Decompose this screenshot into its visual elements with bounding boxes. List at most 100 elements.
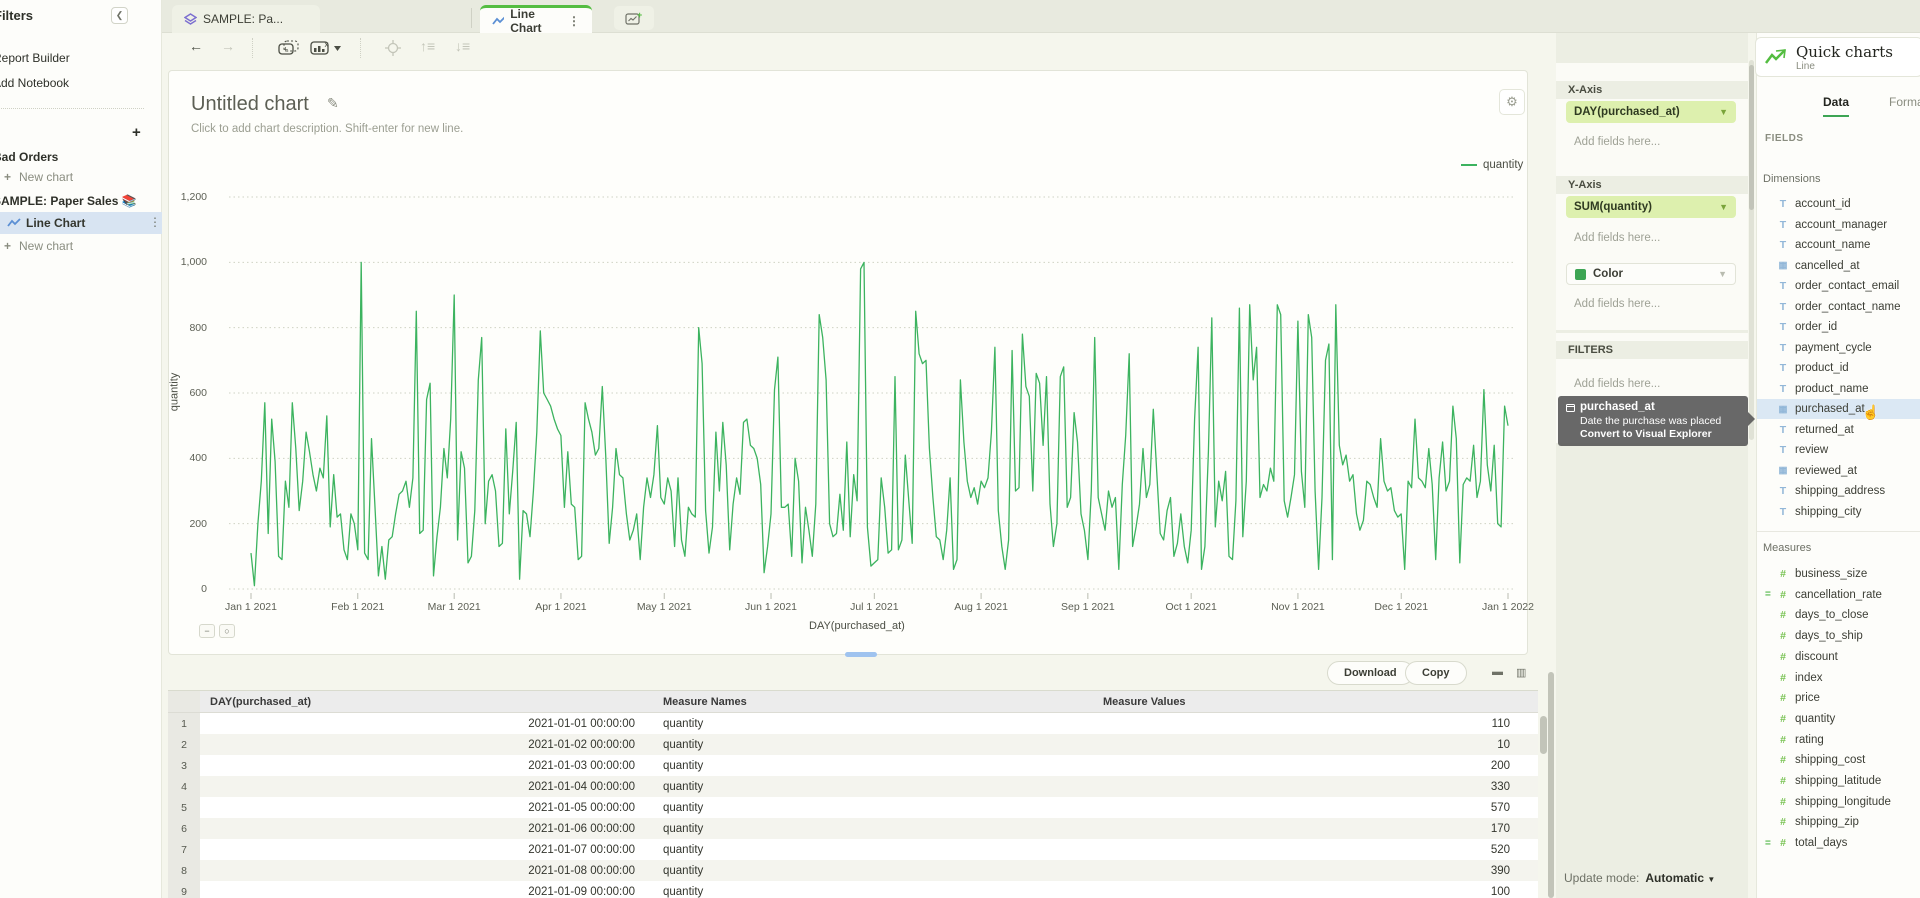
back-button[interactable]: ←	[189, 38, 203, 54]
measure-item-business_size[interactable]: #business_size	[1757, 564, 1920, 584]
dimension-item-reviewed_at[interactable]: ▦reviewed_at	[1757, 461, 1920, 481]
tab-format[interactable]: Format	[1889, 95, 1920, 109]
table-row[interactable]: 7 2021-01-07 00:00:00 quantity 520	[168, 839, 1538, 860]
measure-item-total_days[interactable]: =#total_days	[1757, 833, 1920, 853]
add-cell-handle[interactable]	[845, 652, 877, 657]
main-scrollbar[interactable]	[1548, 672, 1554, 898]
chart-type-button[interactable]: x	[310, 40, 344, 59]
measure-item-quantity[interactable]: #quantity	[1757, 709, 1920, 729]
sidebar-collapse-button[interactable]: ❮	[111, 7, 128, 24]
measure-item-shipping_cost[interactable]: #shipping_cost	[1757, 750, 1920, 770]
expand-table-icon[interactable]: ▥	[1516, 666, 1526, 679]
data-table[interactable]: DAY(purchased_at) Measure Names Measure …	[168, 690, 1538, 898]
dimension-item-purchased_at[interactable]: ▦purchased_at	[1757, 399, 1920, 419]
quick-charts-card[interactable]: Quick chartsLine	[1755, 37, 1920, 77]
zoom-out-button[interactable]: −	[199, 624, 215, 638]
col-header-measure-values[interactable]: Measure Values	[1095, 691, 1520, 712]
sidebar-item-new-chart-1[interactable]: +New chart	[0, 167, 162, 187]
tab-data[interactable]: Data	[1823, 95, 1849, 117]
filters-add-fields[interactable]: Add fields here...	[1574, 378, 1660, 390]
measure-item-price[interactable]: #price	[1757, 688, 1920, 708]
dimension-item-payment_cycle[interactable]: Tpayment_cycle	[1757, 338, 1920, 358]
col-header-day[interactable]: DAY(purchased_at)	[200, 691, 645, 712]
calendar-icon	[1566, 403, 1575, 412]
chart-config-panel: X-Axis DAY(purchased_at)▼ Add fields her…	[1556, 33, 1748, 898]
chevron-down-icon: ▼	[1719, 202, 1728, 212]
dimension-item-cancelled_at[interactable]: ▦cancelled_at	[1757, 256, 1920, 276]
y-axis-pill[interactable]: SUM(quantity)▼	[1566, 196, 1736, 218]
dimension-item-order_id[interactable]: Torder_id	[1757, 317, 1920, 337]
x-tick-label: Jul 1 2021	[850, 601, 898, 613]
new-tab-button[interactable]: +	[614, 6, 654, 30]
measure-item-rating[interactable]: #rating	[1757, 730, 1920, 750]
tab-sample-paper-sales[interactable]: SAMPLE: Pa...	[172, 5, 320, 33]
dimension-item-account_name[interactable]: Taccount_name	[1757, 235, 1920, 255]
sidebar-item-add-notebook[interactable]: Add Notebook	[0, 73, 162, 93]
tab-line-chart[interactable]: Line Chart ⋮	[480, 5, 592, 33]
dimension-item-returned_at[interactable]: Treturned_at	[1757, 420, 1920, 440]
zoom-reset-button[interactable]: ○	[219, 624, 235, 638]
row-number: 2	[168, 734, 200, 755]
copy-button[interactable]: Copy	[1405, 661, 1467, 685]
dimension-item-review[interactable]: Treview	[1757, 440, 1920, 460]
dimension-item-shipping_city[interactable]: Tshipping_city	[1757, 502, 1920, 522]
sidebar-item-report-builder[interactable]: Report Builder	[0, 48, 162, 68]
dimension-item-shipping_address[interactable]: Tshipping_address	[1757, 481, 1920, 501]
move-cell-icon[interactable]	[385, 40, 401, 59]
text-type-icon: T	[1777, 280, 1789, 292]
table-row[interactable]: 6 2021-01-06 00:00:00 quantity 170	[168, 818, 1538, 839]
table-row[interactable]: 1 2021-01-01 00:00:00 quantity 110	[168, 713, 1538, 734]
fields-panel: Quick chartsLine Data Format FIELDS Dime…	[1756, 33, 1920, 898]
table-row[interactable]: 3 2021-01-03 00:00:00 quantity 200	[168, 755, 1538, 776]
dimension-item-account_id[interactable]: Taccount_id	[1757, 194, 1920, 214]
sort-ascending-icon[interactable]: ↑≡	[420, 38, 435, 54]
line-chart-plot[interactable]	[169, 71, 1529, 656]
collapse-table-icon[interactable]: ▬	[1492, 666, 1503, 678]
y-axis-add-fields[interactable]: Add fields here...	[1574, 232, 1660, 244]
dimension-item-account_manager[interactable]: Taccount_manager	[1757, 215, 1920, 235]
panel-scrollbar-thumb[interactable]	[1749, 65, 1754, 210]
x-tick-label: Oct 1 2021	[1165, 601, 1216, 613]
sidebar-item-new-chart-2[interactable]: +New chart	[0, 236, 162, 256]
dimension-item-order_contact_email[interactable]: Torder_contact_email	[1757, 276, 1920, 296]
dimension-item-product_name[interactable]: Tproduct_name	[1757, 379, 1920, 399]
x-axis-add-fields[interactable]: Add fields here...	[1574, 136, 1660, 148]
color-add-fields[interactable]: Add fields here...	[1574, 298, 1660, 310]
sidebar-add-button[interactable]: +	[132, 124, 141, 141]
sidebar-item-bad-orders[interactable]: Bad Orders	[0, 147, 162, 167]
color-field-row[interactable]: Color▼	[1566, 263, 1736, 285]
sidebar-item-line-chart[interactable]: Line Chart	[26, 216, 85, 230]
measure-item-shipping_longitude[interactable]: #shipping_longitude	[1757, 792, 1920, 812]
sort-descending-icon[interactable]: ↓≡	[455, 38, 470, 54]
measure-item-shipping_latitude[interactable]: #shipping_latitude	[1757, 771, 1920, 791]
forward-button[interactable]: →	[221, 38, 235, 54]
measure-item-days_to_close[interactable]: #days_to_close	[1757, 605, 1920, 625]
tab-menu-icon[interactable]: ⋮	[568, 15, 580, 27]
col-header-measure-names[interactable]: Measure Names	[655, 691, 1095, 712]
x-axis-pill[interactable]: DAY(purchased_at)▼	[1566, 101, 1736, 123]
line-chart-menu-icon[interactable]: ⋮	[149, 216, 161, 228]
table-scrollbar[interactable]	[1540, 716, 1547, 754]
measure-item-discount[interactable]: #discount	[1757, 647, 1920, 667]
measure-item-cancellation_rate[interactable]: =#cancellation_rate	[1757, 585, 1920, 605]
duplicate-cell-icon[interactable]: +	[278, 40, 300, 59]
download-button[interactable]: Download	[1327, 661, 1414, 685]
text-type-icon: T	[1777, 506, 1789, 518]
table-row[interactable]: 4 2021-01-04 00:00:00 quantity 330	[168, 776, 1538, 797]
table-row[interactable]: 9 2021-01-09 00:00:00 quantity 100	[168, 881, 1538, 898]
panel-scrollbar-track[interactable]	[1749, 60, 1754, 440]
sidebar-selected-row[interactable]: Line Chart ⋮	[0, 212, 162, 234]
table-row[interactable]: 8 2021-01-08 00:00:00 quantity 390	[168, 860, 1538, 881]
dimension-item-product_id[interactable]: Tproduct_id	[1757, 358, 1920, 378]
update-mode-select[interactable]: Automatic ▼	[1645, 871, 1715, 885]
measure-item-index[interactable]: #index	[1757, 668, 1920, 688]
table-row[interactable]: 5 2021-01-05 00:00:00 quantity 570	[168, 797, 1538, 818]
dimension-item-order_contact_name[interactable]: Torder_contact_name	[1757, 297, 1920, 317]
measure-item-shipping_zip[interactable]: #shipping_zip	[1757, 812, 1920, 832]
table-row[interactable]: 2 2021-01-02 00:00:00 quantity 10	[168, 734, 1538, 755]
x-tick-label: Mar 1 2021	[428, 601, 481, 613]
measure-item-days_to_ship[interactable]: #days_to_ship	[1757, 626, 1920, 646]
fields-divider	[1757, 531, 1920, 532]
sidebar-item-sample-paper-sales[interactable]: SAMPLE: Paper Sales 📚	[0, 191, 162, 211]
quick-charts-title: Quick charts	[1796, 43, 1893, 61]
